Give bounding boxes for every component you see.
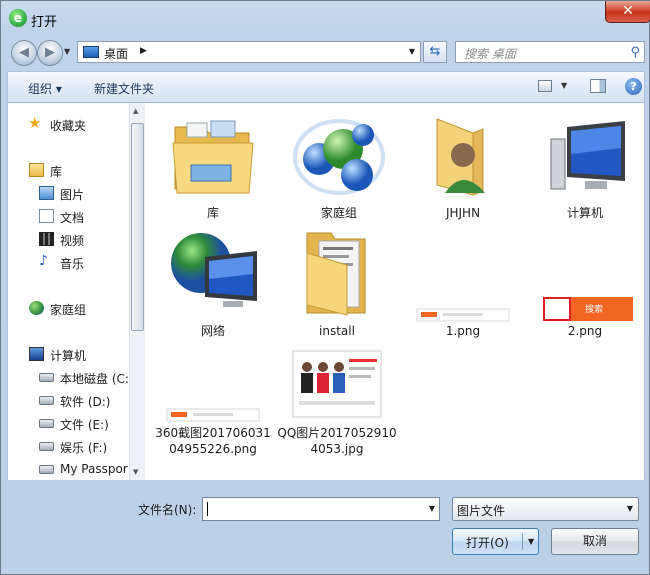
organize-menu[interactable]: 组织 ▾ — [28, 80, 62, 97]
image-thumbnail — [289, 347, 385, 425]
file-item-homegroup[interactable]: 家庭组 — [279, 109, 399, 221]
dialog-footer: 文件名(N): ▼ 图片文件 ▼ 打开(O) ▼ 取消 — [1, 480, 650, 575]
file-item-image-qq[interactable]: QQ图片20170529104053.jpg — [277, 347, 397, 457]
file-name: JHJHN — [445, 206, 481, 220]
file-name: 360截图20170603104955226.png — [155, 426, 271, 456]
file-name: 1.png — [445, 324, 481, 338]
text-caret — [207, 502, 208, 516]
file-name: 库 — [206, 206, 219, 220]
open-button[interactable]: 打开(O) ▼ — [452, 528, 539, 555]
user-folder-icon — [415, 109, 511, 205]
navigation-pane: ★ 收藏夹 库 图片 文档 视频 ♪ 音乐 家庭组 计算机 本地磁盘 (C: 软… — [7, 103, 129, 480]
window-title: 打开 — [31, 15, 58, 30]
breadcrumb-separator-icon[interactable]: ▶ — [140, 46, 147, 56]
drive-icon — [39, 442, 54, 451]
file-type-value: 图片文件 — [457, 504, 506, 518]
image-thumbnail — [415, 227, 511, 323]
music-icon: ♪ — [39, 253, 48, 269]
preview-pane-icon[interactable] — [590, 79, 606, 93]
file-item-image-2[interactable]: 搜索 2.png — [525, 227, 645, 339]
recent-pages-dropdown-icon[interactable]: ▼ — [64, 47, 70, 56]
file-item-image-1[interactable]: 1.png — [403, 227, 523, 339]
back-button[interactable]: ◀ — [11, 40, 37, 66]
change-view-icon[interactable] — [538, 80, 552, 92]
file-item-computer[interactable]: 计算机 — [525, 109, 645, 221]
file-list: 库 家庭组 JHJHN 计算机 网络 install 1.png 搜索 2.pn… — [145, 103, 645, 480]
open-dialog: e 打开 ✕ ◀ ▶ ▼ 桌面 ▶ ▼ ⇆ 搜索 桌面 ⚲ 组织 ▾ 新建文件夹… — [0, 0, 650, 575]
file-name: install — [319, 324, 355, 338]
pictures-icon — [39, 186, 54, 200]
file-name: 网络 — [200, 324, 225, 338]
help-icon[interactable]: ? — [625, 78, 642, 95]
open-split-divider — [522, 533, 523, 550]
scroll-up-icon[interactable]: ▲ — [133, 107, 138, 115]
folder-icon — [289, 227, 385, 323]
library-folder-icon — [165, 109, 261, 205]
drive-icon — [39, 465, 54, 474]
file-item-user-folder[interactable]: JHJHN — [403, 109, 523, 221]
refresh-button[interactable]: ⇆ — [423, 41, 447, 63]
nav-scrollbar[interactable]: ▲ ▼ — [129, 103, 145, 480]
open-options-dropdown-icon[interactable]: ▼ — [528, 537, 534, 546]
app-logo-icon: e — [9, 9, 27, 27]
file-name: QQ图片20170529104053.jpg — [277, 426, 397, 456]
computer-icon — [537, 109, 633, 205]
star-icon: ★ — [28, 114, 42, 132]
documents-icon — [39, 209, 54, 223]
search-placeholder: 搜索 桌面 — [464, 47, 516, 61]
forward-button[interactable]: ▶ — [37, 40, 63, 66]
address-location[interactable]: 桌面 — [104, 45, 128, 62]
file-item-network[interactable]: 网络 — [153, 227, 273, 339]
file-item-libraries[interactable]: 库 — [153, 109, 273, 221]
scroll-down-icon[interactable]: ▼ — [133, 468, 138, 476]
drive-icon — [39, 373, 54, 382]
file-item-install-folder[interactable]: install — [277, 227, 397, 339]
drive-icon — [39, 396, 54, 405]
network-icon — [165, 227, 261, 323]
chevron-down-icon[interactable]: ▼ — [627, 504, 633, 513]
computer-icon — [29, 347, 44, 361]
file-name: 家庭组 — [320, 206, 357, 220]
image-thumbnail — [165, 347, 261, 425]
file-item-image-360[interactable]: 360截图20170603104955226.png — [153, 347, 273, 457]
drive-icon — [39, 419, 54, 428]
cancel-button[interactable]: 取消 — [551, 528, 639, 555]
open-button-label: 打开(O) — [466, 536, 509, 550]
search-icon[interactable]: ⚲ — [630, 45, 640, 60]
homegroup-icon — [29, 301, 44, 315]
desktop-icon — [83, 46, 99, 58]
library-icon — [29, 163, 44, 177]
close-button[interactable]: ✕ — [605, 1, 650, 23]
view-options-dropdown-icon[interactable]: ▼ — [561, 81, 567, 90]
address-bar[interactable]: 桌面 ▶ ▼ — [77, 41, 421, 63]
filename-label: 文件名(N): — [138, 503, 197, 517]
image-thumbnail: 搜索 — [537, 227, 633, 323]
videos-icon — [39, 232, 54, 246]
thumbnail-search-label: 搜索 — [585, 305, 604, 315]
title-bar: e 打开 ✕ — [1, 1, 650, 37]
file-type-select[interactable]: 图片文件 ▼ — [452, 497, 639, 521]
file-name: 计算机 — [566, 206, 603, 220]
filename-input[interactable]: ▼ — [202, 497, 440, 521]
toolbar: 组织 ▾ 新建文件夹 ▼ ? — [7, 71, 645, 103]
address-row: ◀ ▶ ▼ 桌面 ▶ ▼ ⇆ 搜索 桌面 ⚲ — [1, 37, 650, 67]
search-input[interactable]: 搜索 桌面 ⚲ — [455, 41, 645, 63]
address-dropdown-icon[interactable]: ▼ — [409, 47, 415, 56]
filename-history-dropdown-icon[interactable]: ▼ — [429, 504, 435, 513]
file-name: 2.png — [567, 324, 603, 338]
scrollbar-thumb[interactable] — [131, 123, 144, 331]
homegroup-icon — [291, 109, 387, 205]
new-folder-button[interactable]: 新建文件夹 — [94, 80, 154, 97]
